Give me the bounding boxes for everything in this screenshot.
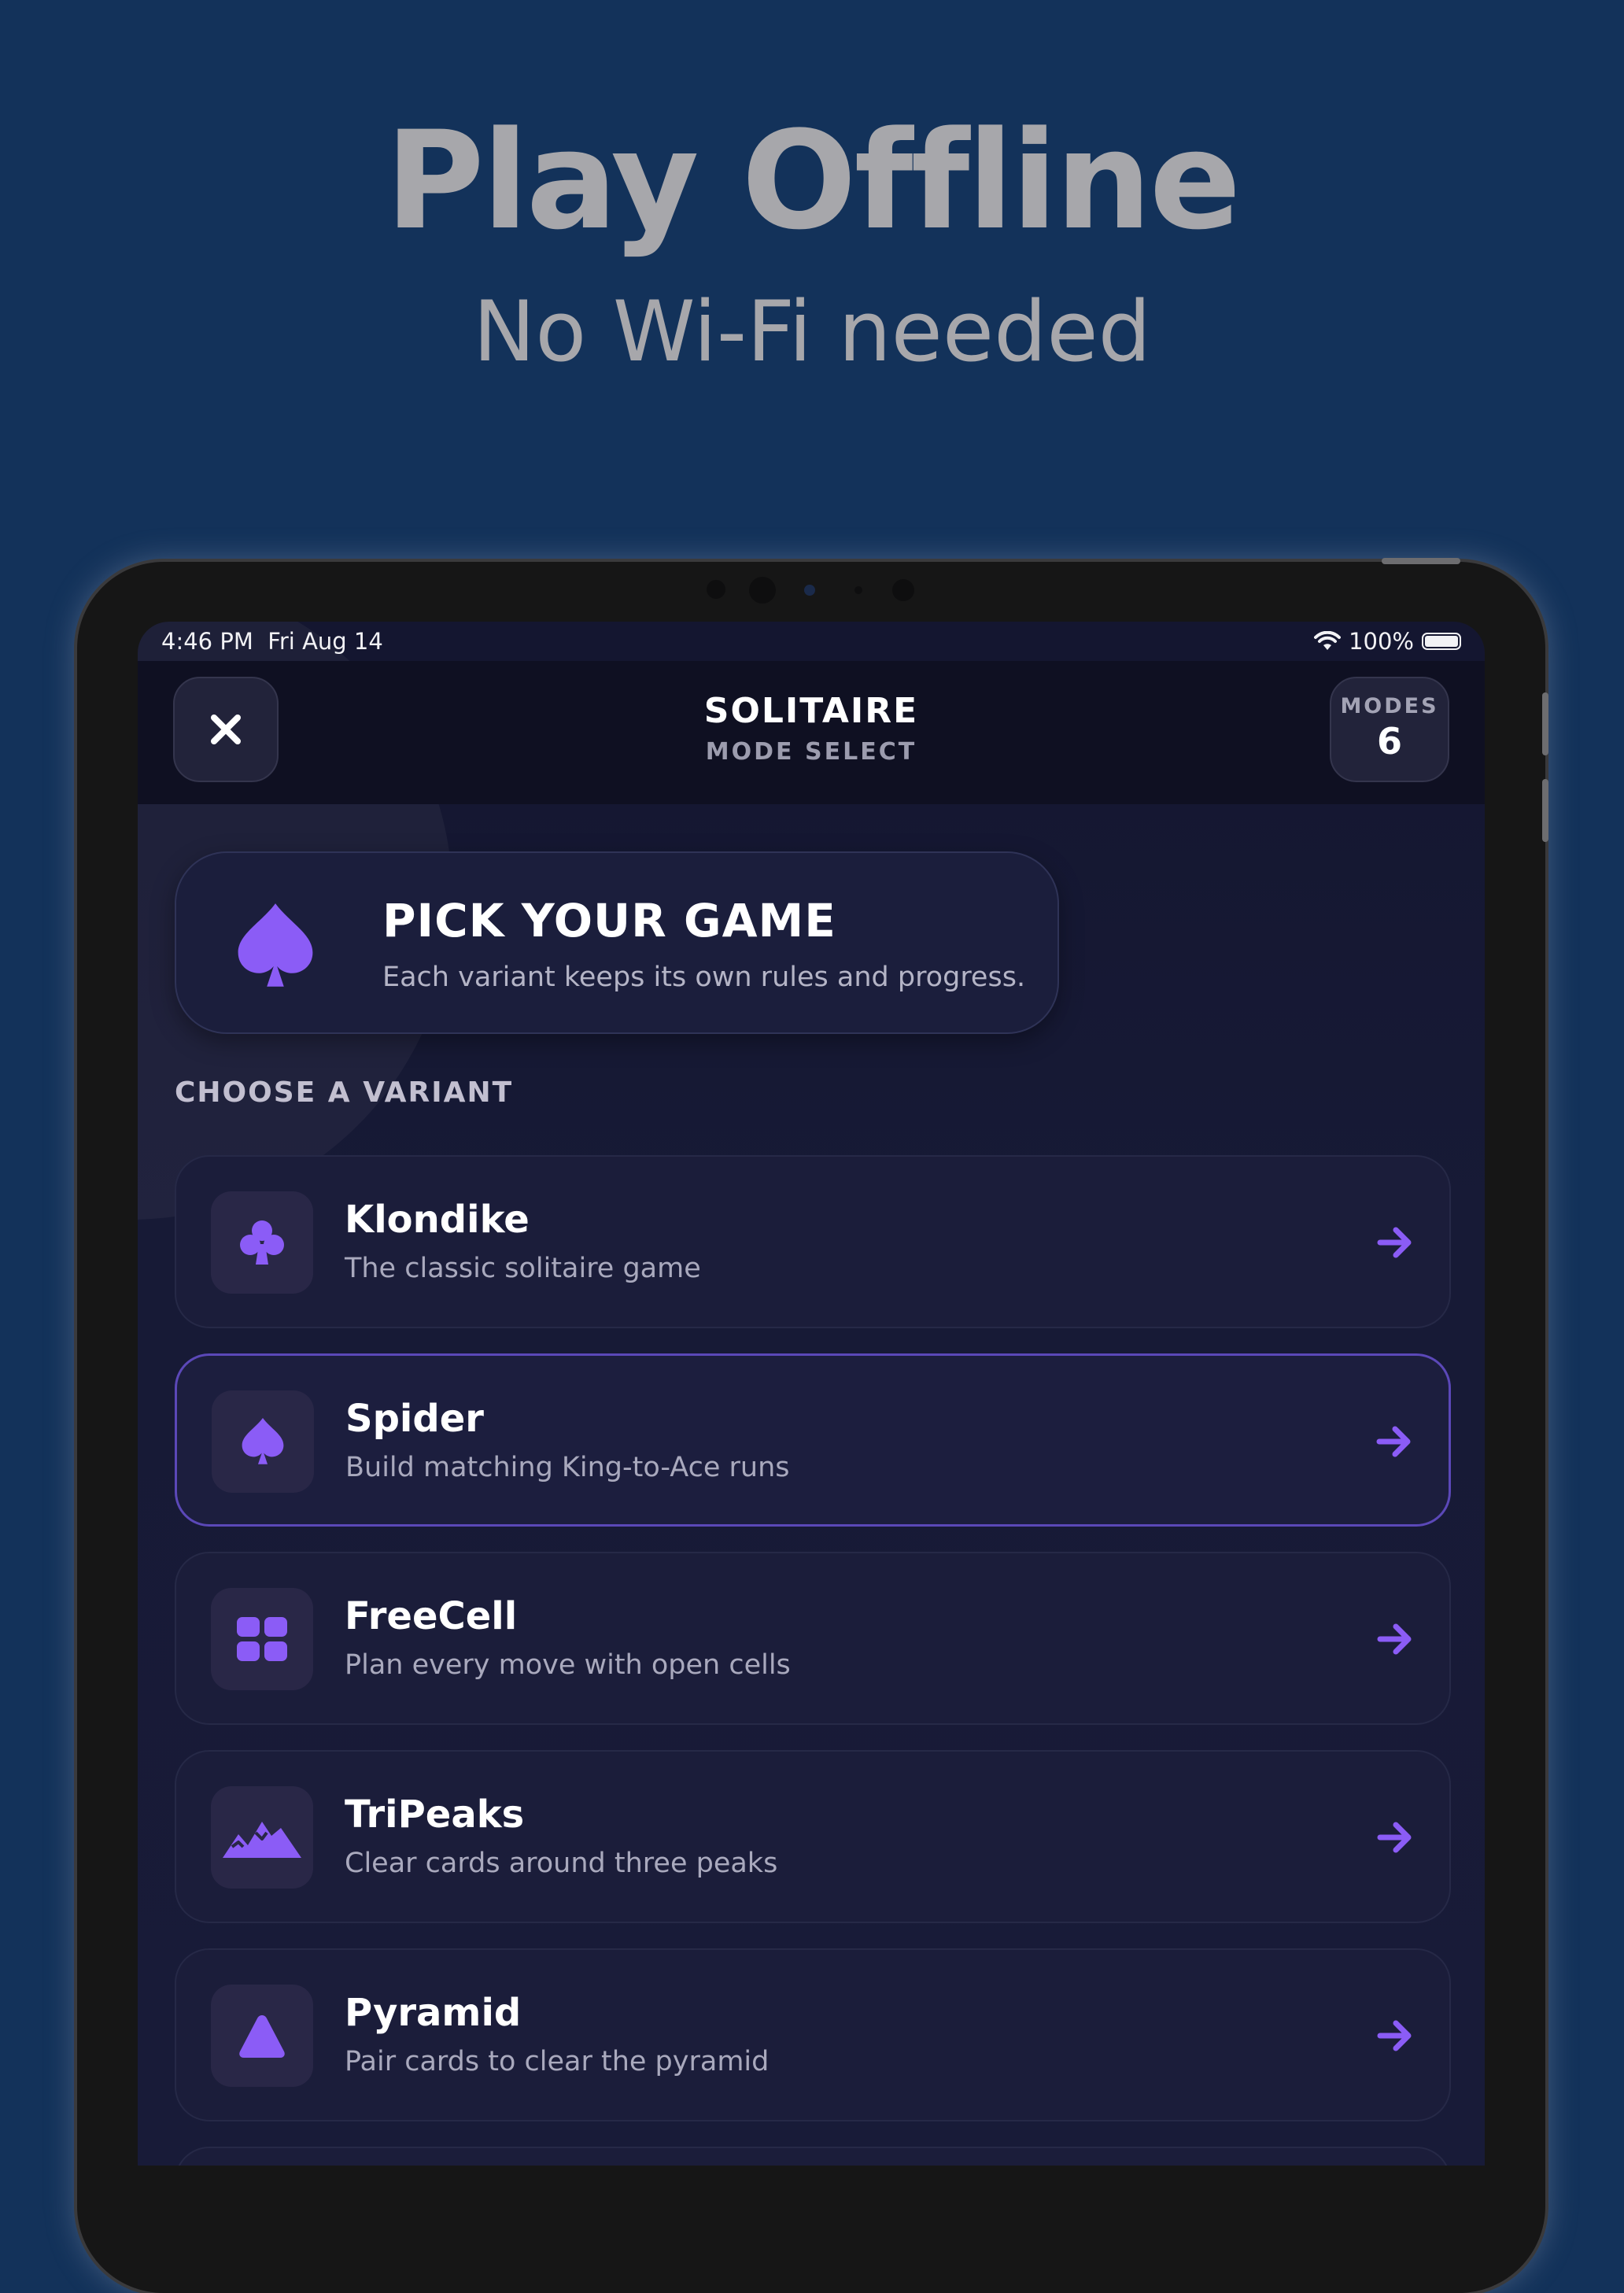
status-date-label: Fri Aug 14 xyxy=(268,628,383,655)
hero-description: Each variant keeps its own rules and pro… xyxy=(382,962,1026,993)
variant-name: FreeCell xyxy=(345,1594,518,1638)
triangle-icon xyxy=(239,2015,285,2058)
variant-name: Pyramid xyxy=(345,1991,522,2035)
variant-description: Plan every move with open cells xyxy=(345,1649,791,1681)
arrow-right-icon xyxy=(1377,1623,1412,1655)
camera-lens xyxy=(804,585,815,596)
section-label: CHOOSE A VARIANT xyxy=(175,1076,514,1109)
promo-title: Play Offline xyxy=(385,102,1242,260)
volume-button xyxy=(1542,692,1548,755)
modes-label: MODES xyxy=(1340,694,1439,718)
arrow-right-icon xyxy=(1377,2020,1412,2051)
variant-name: Klondike xyxy=(345,1198,530,1242)
variant-icon-tile xyxy=(212,1390,314,1493)
variant-name: Spider xyxy=(345,1397,484,1441)
variant-description: The classic solitaire game xyxy=(345,1253,701,1284)
variant-pyramid[interactable]: Pyramid Pair cards to clear the pyramid xyxy=(175,1948,1451,2121)
app-screen: 4:46 PM Fri Aug 14 100% SOLITAIRE MODE S… xyxy=(138,622,1485,2166)
variant-description: Clear cards around three peaks xyxy=(345,1848,778,1879)
variant-description: Build matching King-to-Ace runs xyxy=(345,1452,790,1483)
arrow-right-icon xyxy=(1377,1822,1412,1853)
variant-description: Pair cards to clear the pyramid xyxy=(345,2046,770,2077)
page-subtitle: MODE SELECT xyxy=(705,738,917,766)
modes-count: 6 xyxy=(1376,720,1402,762)
camera-sensor xyxy=(854,586,862,594)
variant-name: TriPeaks xyxy=(345,1793,525,1837)
club-icon xyxy=(240,1220,284,1265)
variant-freecell[interactable]: FreeCell Plan every move with open cells xyxy=(175,1552,1451,1725)
grid-icon xyxy=(237,1617,287,1661)
camera-sensor xyxy=(707,580,725,599)
variant-icon-tile xyxy=(211,1786,313,1889)
variant-icon-tile xyxy=(211,1191,313,1294)
wifi-icon xyxy=(1314,631,1342,650)
app-header: SOLITAIRE MODE SELECT MODES 6 xyxy=(138,661,1485,804)
status-right: 100% xyxy=(1314,628,1461,655)
battery-percent: 100% xyxy=(1349,628,1414,655)
battery-icon xyxy=(1422,633,1461,650)
variant-tripeaks[interactable]: TriPeaks Clear cards around three peaks xyxy=(175,1750,1451,1923)
hero-card: PICK YOUR GAME Each variant keeps its ow… xyxy=(175,851,1059,1034)
status-bar: 4:46 PM Fri Aug 14 100% xyxy=(138,622,1485,661)
arrow-right-icon xyxy=(1376,1426,1411,1457)
variant-partial[interactable] xyxy=(175,2147,1451,2166)
promo-subtitle: No Wi-Fi needed xyxy=(473,283,1151,380)
spade-icon xyxy=(242,1418,284,1464)
variant-klondike[interactable]: Klondike The classic solitaire game xyxy=(175,1155,1451,1328)
status-time-label: 4:46 PM xyxy=(161,628,253,655)
variant-icon-tile xyxy=(211,1985,313,2087)
mountains-icon xyxy=(223,1822,301,1858)
volume-button xyxy=(1542,779,1548,842)
variant-icon-tile xyxy=(211,1588,313,1690)
camera-sensor xyxy=(749,577,776,604)
modes-badge: MODES 6 xyxy=(1330,677,1449,782)
camera-sensor xyxy=(892,579,914,601)
variant-spider[interactable]: Spider Build matching King-to-Ace runs xyxy=(175,1353,1451,1527)
spade-icon xyxy=(238,903,313,987)
arrow-right-icon xyxy=(1377,1227,1412,1258)
hero-title: PICK YOUR GAME xyxy=(382,894,836,947)
status-time: 4:46 PM Fri Aug 14 xyxy=(161,628,383,655)
side-button xyxy=(1382,558,1460,564)
page-title: SOLITAIRE xyxy=(703,691,919,731)
